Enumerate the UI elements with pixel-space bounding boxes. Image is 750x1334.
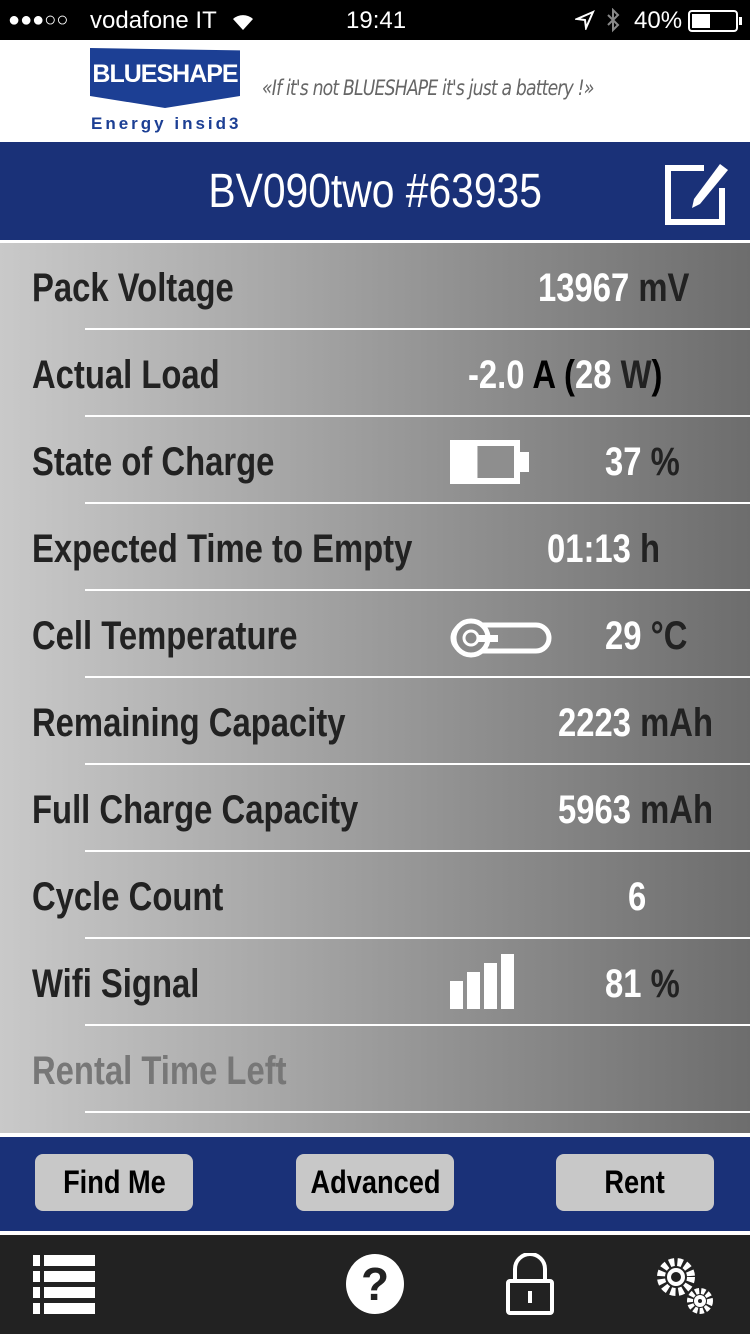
row-wifi-signal: Wifi Signal 81 % <box>0 939 750 1026</box>
slogan: «If it's not BLUESHAPE it's just a batte… <box>262 76 594 100</box>
wifi-icon <box>233 15 253 30</box>
value: -2.0 A (28 W) <box>468 353 663 397</box>
value: 5963 mAh <box>558 788 713 832</box>
value: 01:13 h <box>547 527 661 571</box>
battery-icon <box>450 440 529 484</box>
label: Remaining Capacity <box>32 701 346 745</box>
value: 2223 mAh <box>558 701 713 745</box>
row-rental-time-left: Rental Time Left <box>0 1026 750 1113</box>
lock-icon[interactable] <box>505 1253 555 1315</box>
value: 6 <box>628 875 647 919</box>
divider <box>85 1111 750 1113</box>
value: 81 % <box>605 962 680 1006</box>
clock: 19:41 <box>346 7 407 34</box>
label: Cell Temperature <box>32 614 298 658</box>
row-cell-temperature: Cell Temperature 29 °C <box>0 591 750 678</box>
settings-icon[interactable] <box>652 1253 718 1319</box>
find-me-button[interactable]: Find Me <box>35 1154 193 1211</box>
edit-icon[interactable] <box>664 162 730 228</box>
value: 29 °C <box>605 614 688 658</box>
label: Actual Load <box>32 353 220 397</box>
title-bar: BV090two #63935 <box>0 142 750 240</box>
battery-percent: 40% <box>634 7 683 34</box>
row-remaining-capacity: Remaining Capacity 2223 mAh <box>0 678 750 765</box>
brand-header: BLUESHAPE Energy insid3 «If it's not BLU… <box>0 40 750 142</box>
label: Cycle Count <box>32 875 224 919</box>
battery-info-list: Pack Voltage 13967 mV Actual Load -2.0 A… <box>0 240 750 1133</box>
signal-bars-icon <box>450 954 514 1009</box>
logo-tagline: Energy insid3 <box>91 114 242 133</box>
thermometer-icon <box>450 618 552 658</box>
svg-text:?: ? <box>361 1258 389 1310</box>
row-time-to-empty: Expected Time to Empty 01:13 h <box>0 504 750 591</box>
label: State of Charge <box>32 440 275 484</box>
value: 13967 mV <box>538 266 690 310</box>
list-icon[interactable] <box>33 1253 95 1315</box>
status-battery-icon <box>688 10 742 32</box>
action-bar: Find Me Advanced Rent <box>0 1133 750 1231</box>
device-title: BV090two #63935 <box>208 165 542 218</box>
status-bar: ●●●○○ vodafone IT 19:41 40% <box>0 0 750 40</box>
label: Expected Time to Empty <box>32 527 413 571</box>
help-icon[interactable]: ? <box>344 1253 406 1315</box>
advanced-button[interactable]: Advanced <box>296 1154 454 1211</box>
carrier: vodafone IT <box>90 7 217 34</box>
rent-button[interactable]: Rent <box>556 1154 714 1211</box>
label: Pack Voltage <box>32 266 234 310</box>
tab-bar: ? <box>0 1231 750 1334</box>
blueshape-logo: BLUESHAPE <box>90 48 240 108</box>
row-full-charge-capacity: Full Charge Capacity 5963 mAh <box>0 765 750 852</box>
signal-dots: ●●●○○ <box>8 9 69 31</box>
row-pack-voltage: Pack Voltage 13967 mV <box>0 243 750 330</box>
row-state-of-charge: State of Charge 37 % <box>0 417 750 504</box>
label: Rental Time Left <box>32 1049 287 1093</box>
row-actual-load: Actual Load -2.0 A (28 W) <box>0 330 750 417</box>
label: Full Charge Capacity <box>32 788 359 832</box>
bluetooth-icon <box>607 8 620 33</box>
row-cycle-count: Cycle Count 6 <box>0 852 750 939</box>
location-icon <box>575 10 595 30</box>
value: 37 % <box>605 440 680 484</box>
label: Wifi Signal <box>32 962 200 1006</box>
